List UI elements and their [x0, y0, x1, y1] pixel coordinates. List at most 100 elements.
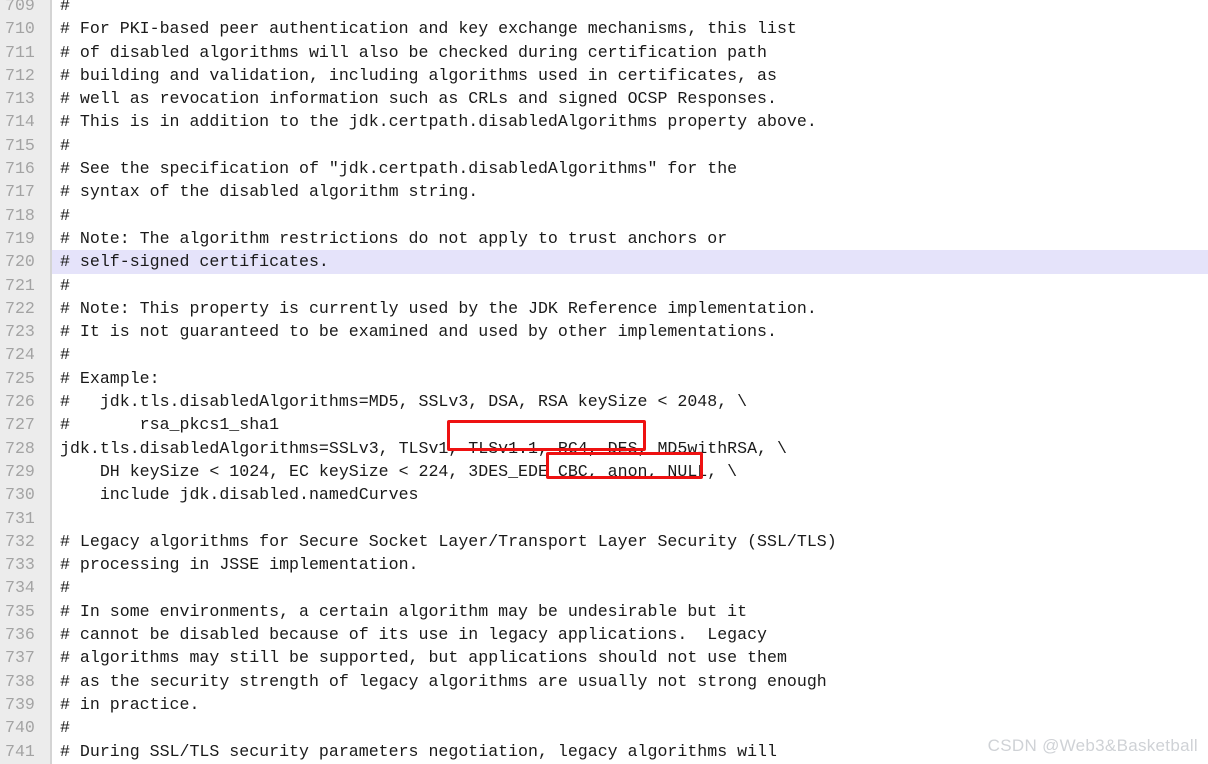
line-number: 714 — [5, 112, 35, 132]
code-line[interactable]: 726 # jdk.tls.disabledAlgorithms=MD5, SSL… — [0, 390, 1208, 413]
code-editor-viewport: 709 #710 # For PKI-based peer authenticati… — [0, 0, 1208, 764]
code-line[interactable]: 714 # This is in addition to the jdk.cert… — [0, 110, 1208, 133]
line-text: # — [60, 578, 70, 598]
line-text: # — [60, 0, 70, 15]
line-number: 728 — [5, 438, 35, 458]
line-number: 720 — [5, 252, 35, 272]
code-line[interactable]: 729 DH keySize < 1024, EC keySize < 224,… — [0, 460, 1208, 483]
line-number: 736 — [5, 625, 35, 645]
line-number: 741 — [5, 741, 35, 761]
code-line[interactable]: 721 # — [0, 274, 1208, 297]
line-text: # This is in addition to the jdk.certpat… — [60, 112, 817, 132]
code-line[interactable]: 737 # algorithms may still be supported, … — [0, 646, 1208, 669]
line-text: # of disabled algorithms will also be ch… — [60, 42, 768, 62]
code-line[interactable]: 730 include jdk.disabled.namedCurves — [0, 483, 1208, 506]
line-number: 709 — [5, 0, 35, 15]
code-line[interactable]: 718 # — [0, 204, 1208, 227]
code-line[interactable]: 723 # It is not guaranteed to be examined… — [0, 320, 1208, 343]
code-line[interactable]: 736 # cannot be disabled because of its u… — [0, 623, 1208, 646]
line-number: 734 — [5, 578, 35, 598]
line-number: 713 — [5, 89, 35, 109]
line-text: # in practice. — [60, 694, 200, 714]
line-text: # — [60, 205, 70, 225]
line-text: DH keySize < 1024, EC keySize < 224, 3DE… — [60, 461, 738, 481]
code-line[interactable]: 716 # See the specification of "jdk.certp… — [0, 157, 1208, 180]
line-number: 730 — [5, 485, 35, 505]
code-line[interactable]: 738 # as the security strength of legacy … — [0, 670, 1208, 693]
line-number: 738 — [5, 671, 35, 691]
line-text: # Note: The algorithm restrictions do no… — [60, 228, 728, 248]
line-text: jdk.tls.disabledAlgorithms=SSLv3, TLSv1,… — [60, 438, 787, 458]
code-line[interactable]: 717 # syntax of the disabled algorithm st… — [0, 180, 1208, 203]
gutter-divider — [50, 0, 52, 764]
code-line[interactable]: 734 # — [0, 576, 1208, 599]
line-text: # In some environments, a certain algori… — [60, 601, 748, 621]
code-line[interactable]: 731 — [0, 507, 1208, 530]
line-text: # syntax of the disabled algorithm strin… — [60, 182, 479, 202]
line-number: 718 — [5, 205, 35, 225]
code-line[interactable]: 710 # For PKI-based peer authentication a… — [0, 17, 1208, 40]
code-line[interactable]: 739 # in practice. — [0, 693, 1208, 716]
line-number: 712 — [5, 65, 35, 85]
line-text: # Note: This property is currently used … — [60, 298, 817, 318]
line-text: # During SSL/TLS security parameters neg… — [60, 741, 777, 761]
line-number: 739 — [5, 694, 35, 714]
line-text: # Legacy algorithms for Secure Socket La… — [60, 531, 837, 551]
line-number: 722 — [5, 298, 35, 318]
line-number: 711 — [5, 42, 35, 62]
line-number: 716 — [5, 159, 35, 179]
code-line[interactable]: 735 # In some environments, a certain alg… — [0, 600, 1208, 623]
line-text: # — [60, 275, 70, 295]
line-number: 723 — [5, 322, 35, 342]
line-text: # See the specification of "jdk.certpath… — [60, 159, 738, 179]
line-number: 710 — [5, 19, 35, 39]
line-text: # — [60, 135, 70, 155]
line-text: # well as revocation information such as… — [60, 89, 777, 109]
line-number: 724 — [5, 345, 35, 365]
line-number: 740 — [5, 718, 35, 738]
line-number: 719 — [5, 228, 35, 248]
line-number: 715 — [5, 135, 35, 155]
line-number: 732 — [5, 531, 35, 551]
line-number: 726 — [5, 392, 35, 412]
code-line[interactable]: 727 # rsa_pkcs1_sha1 — [0, 413, 1208, 436]
line-text: # cannot be disabled because of its use … — [60, 625, 768, 645]
line-text: # It is not guaranteed to be examined an… — [60, 322, 777, 342]
line-text: # Example: — [60, 368, 160, 388]
line-number: 731 — [5, 508, 35, 528]
code-line[interactable]: 712 # building and validation, including … — [0, 64, 1208, 87]
code-line[interactable]: 725 # Example: — [0, 367, 1208, 390]
line-number: 729 — [5, 461, 35, 481]
line-number: 717 — [5, 182, 35, 202]
code-line[interactable]: 720 # self-signed certificates. — [0, 250, 1208, 274]
code-line[interactable]: 724 # — [0, 343, 1208, 366]
line-text: include jdk.disabled.namedCurves — [60, 485, 419, 505]
line-text: # rsa_pkcs1_sha1 — [60, 415, 280, 435]
code-line[interactable]: 728 jdk.tls.disabledAlgorithms=SSLv3, TLS… — [0, 437, 1208, 460]
line-text: # jdk.tls.disabledAlgorithms=MD5, SSLv3,… — [60, 392, 748, 412]
line-text: # For PKI-based peer authentication and … — [60, 19, 797, 39]
line-number: 733 — [5, 555, 35, 575]
line-text: # — [60, 718, 70, 738]
code-line[interactable]: 722 # Note: This property is currently us… — [0, 297, 1208, 320]
line-number: 735 — [5, 601, 35, 621]
line-number: 721 — [5, 275, 35, 295]
code-line[interactable]: 732 # Legacy algorithms for Secure Socket… — [0, 530, 1208, 553]
code-line[interactable]: 713 # well as revocation information such… — [0, 87, 1208, 110]
code-line[interactable]: 715 # — [0, 134, 1208, 157]
line-text: # building and validation, including alg… — [60, 65, 777, 85]
line-number: 737 — [5, 648, 35, 668]
code-line[interactable]: 719 # Note: The algorithm restrictions do… — [0, 227, 1208, 250]
line-text: # algorithms may still be supported, but… — [60, 648, 787, 668]
line-text: # processing in JSSE implementation. — [60, 555, 419, 575]
code-content-area[interactable]: 709 #710 # For PKI-based peer authenticati… — [0, 0, 1208, 764]
line-text: # self-signed certificates. — [60, 252, 329, 272]
line-number: 727 — [5, 415, 35, 435]
watermark-label: CSDN @Web3&Basketball — [987, 736, 1198, 755]
code-line[interactable]: 711 # of disabled algorithms will also be… — [0, 41, 1208, 64]
line-number: 725 — [5, 368, 35, 388]
code-line[interactable]: 733 # processing in JSSE implementation. — [0, 553, 1208, 576]
line-text: # as the security strength of legacy alg… — [60, 671, 827, 691]
line-text: # — [60, 345, 70, 365]
code-line[interactable]: 709 # — [0, 0, 1208, 17]
